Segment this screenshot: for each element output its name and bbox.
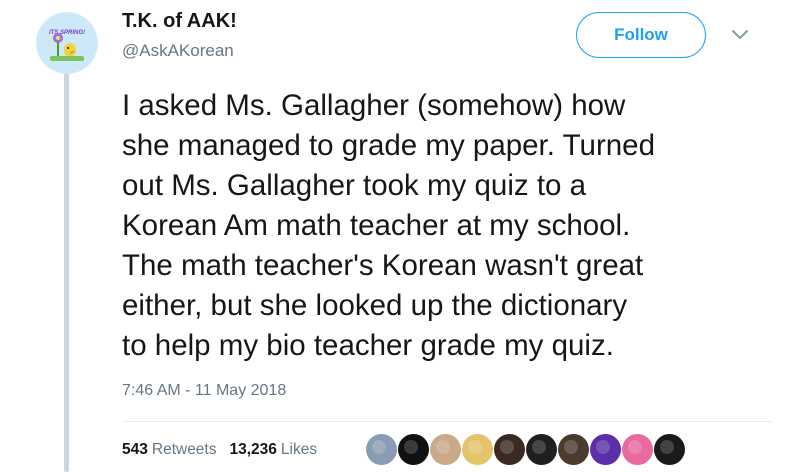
- tweet-text-line: out Ms. Gallagher took my quiz to a: [122, 169, 587, 202]
- follow-button[interactable]: Follow: [576, 12, 706, 58]
- liker-avatar-9[interactable]: [622, 434, 653, 465]
- retweets-count: 543: [122, 441, 148, 458]
- liker-avatar-6[interactable]: [526, 434, 557, 465]
- author-name[interactable]: T.K. of AAK!: [122, 10, 237, 33]
- liker-avatar-10[interactable]: [654, 434, 685, 465]
- avatar[interactable]: ITS SPRING!: [36, 12, 98, 74]
- likes-stat[interactable]: 13,236 Likes: [230, 441, 318, 459]
- author-handle[interactable]: @AskAKorean: [122, 41, 234, 61]
- tweet-text: I asked Ms. Gallagher (somehow) how she …: [122, 86, 782, 366]
- tweet-text-line: she managed to grade my paper. Turned: [122, 129, 655, 162]
- likes-count: 13,236: [229, 441, 277, 458]
- liked-by-avatars: [366, 434, 686, 466]
- avatar-image: ITS SPRING!: [36, 12, 98, 74]
- tweet-text-line: either, but she looked up the dictionary: [122, 289, 628, 322]
- liker-avatar-3[interactable]: [430, 434, 461, 465]
- liker-avatar-1[interactable]: [366, 434, 397, 465]
- liker-avatar-7[interactable]: [558, 434, 589, 465]
- divider: [122, 421, 772, 422]
- retweets-label: Retweets: [151, 441, 217, 458]
- retweets-stat[interactable]: 543 Retweets: [122, 441, 217, 459]
- liker-avatar-5[interactable]: [494, 434, 525, 465]
- chevron-down-icon[interactable]: [729, 27, 751, 43]
- liker-avatar-4[interactable]: [462, 434, 493, 465]
- likes-label: Likes: [280, 441, 318, 458]
- tweet-timestamp[interactable]: 7:46 AM - 11 May 2018: [122, 382, 286, 400]
- thread-line: [64, 70, 69, 472]
- tweet-text-line: The math teacher's Korean wasn't great: [122, 249, 644, 282]
- liker-avatar-8[interactable]: [590, 434, 621, 465]
- liker-avatar-2[interactable]: [398, 434, 429, 465]
- tweet-text-line: Korean Am math teacher at my school.: [122, 209, 631, 242]
- tweet-text-line: I asked Ms. Gallagher (somehow) how: [122, 89, 626, 122]
- tweet-text-line: to help my bio teacher grade my quiz.: [122, 329, 614, 362]
- tweet-stats: 543 Retweets 13,236 Likes: [122, 441, 317, 459]
